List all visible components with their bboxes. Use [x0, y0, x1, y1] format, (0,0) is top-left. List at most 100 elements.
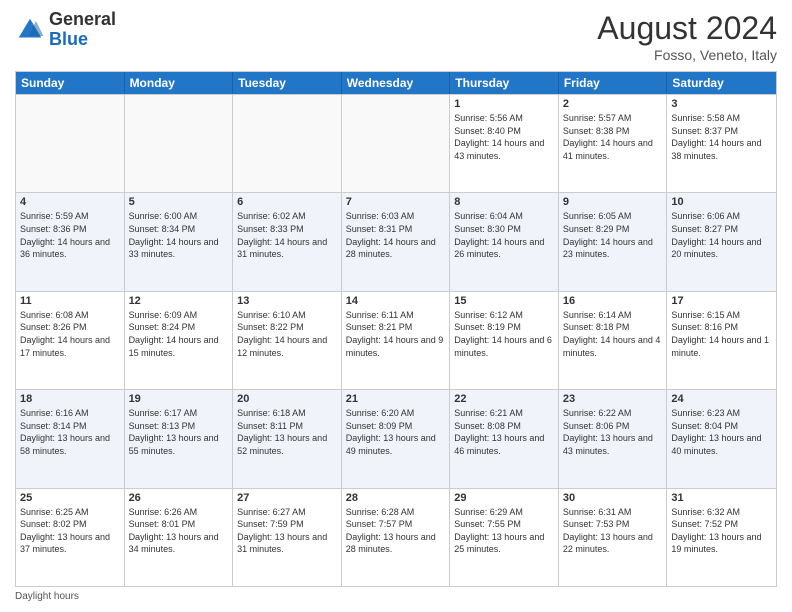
cell-info: Sunrise: 6:15 AMSunset: 8:16 PMDaylight:…: [671, 309, 772, 359]
calendar-body: 1 Sunrise: 5:56 AMSunset: 8:40 PMDayligh…: [16, 94, 776, 586]
week-row-3: 11 Sunrise: 6:08 AMSunset: 8:26 PMDaylig…: [16, 291, 776, 389]
cell-info: Sunrise: 6:08 AMSunset: 8:26 PMDaylight:…: [20, 309, 120, 359]
cell-info: Sunrise: 6:26 AMSunset: 8:01 PMDaylight:…: [129, 506, 229, 556]
day-cell-10: 10 Sunrise: 6:06 AMSunset: 8:27 PMDaylig…: [667, 193, 776, 290]
header-sunday: Sunday: [16, 72, 125, 94]
month-year: August 2024: [597, 10, 777, 47]
day-number: 6: [237, 196, 337, 208]
header-friday: Friday: [559, 72, 668, 94]
day-number: 29: [454, 492, 554, 504]
day-cell-14: 14 Sunrise: 6:11 AMSunset: 8:21 PMDaylig…: [342, 292, 451, 389]
day-number: 25: [20, 492, 120, 504]
cell-info: Sunrise: 6:21 AMSunset: 8:08 PMDaylight:…: [454, 407, 554, 457]
cell-info: Sunrise: 6:32 AMSunset: 7:52 PMDaylight:…: [671, 506, 772, 556]
cell-info: Sunrise: 6:22 AMSunset: 8:06 PMDaylight:…: [563, 407, 663, 457]
cell-info: Sunrise: 5:57 AMSunset: 8:38 PMDaylight:…: [563, 112, 663, 162]
cell-info: Sunrise: 6:28 AMSunset: 7:57 PMDaylight:…: [346, 506, 446, 556]
day-number: 2: [563, 98, 663, 110]
cell-info: Sunrise: 6:27 AMSunset: 7:59 PMDaylight:…: [237, 506, 337, 556]
footer: Daylight hours: [15, 591, 777, 602]
day-cell-9: 9 Sunrise: 6:05 AMSunset: 8:29 PMDayligh…: [559, 193, 668, 290]
day-cell-5: 5 Sunrise: 6:00 AMSunset: 8:34 PMDayligh…: [125, 193, 234, 290]
week-row-2: 4 Sunrise: 5:59 AMSunset: 8:36 PMDayligh…: [16, 192, 776, 290]
cell-info: Sunrise: 5:56 AMSunset: 8:40 PMDaylight:…: [454, 112, 554, 162]
cell-info: Sunrise: 6:20 AMSunset: 8:09 PMDaylight:…: [346, 407, 446, 457]
day-cell-18: 18 Sunrise: 6:16 AMSunset: 8:14 PMDaylig…: [16, 390, 125, 487]
cell-info: Sunrise: 6:06 AMSunset: 8:27 PMDaylight:…: [671, 210, 772, 260]
cell-info: Sunrise: 5:58 AMSunset: 8:37 PMDaylight:…: [671, 112, 772, 162]
day-number: 12: [129, 295, 229, 307]
day-cell-19: 19 Sunrise: 6:17 AMSunset: 8:13 PMDaylig…: [125, 390, 234, 487]
empty-cell: [125, 95, 234, 192]
day-cell-22: 22 Sunrise: 6:21 AMSunset: 8:08 PMDaylig…: [450, 390, 559, 487]
cell-info: Sunrise: 6:11 AMSunset: 8:21 PMDaylight:…: [346, 309, 446, 359]
header-tuesday: Tuesday: [233, 72, 342, 94]
cell-info: Sunrise: 6:25 AMSunset: 8:02 PMDaylight:…: [20, 506, 120, 556]
cell-info: Sunrise: 6:02 AMSunset: 8:33 PMDaylight:…: [237, 210, 337, 260]
day-cell-21: 21 Sunrise: 6:20 AMSunset: 8:09 PMDaylig…: [342, 390, 451, 487]
day-cell-20: 20 Sunrise: 6:18 AMSunset: 8:11 PMDaylig…: [233, 390, 342, 487]
cell-info: Sunrise: 6:17 AMSunset: 8:13 PMDaylight:…: [129, 407, 229, 457]
cell-info: Sunrise: 6:05 AMSunset: 8:29 PMDaylight:…: [563, 210, 663, 260]
day-cell-31: 31 Sunrise: 6:32 AMSunset: 7:52 PMDaylig…: [667, 489, 776, 586]
week-row-5: 25 Sunrise: 6:25 AMSunset: 8:02 PMDaylig…: [16, 488, 776, 586]
cell-info: Sunrise: 6:23 AMSunset: 8:04 PMDaylight:…: [671, 407, 772, 457]
daylight-label: Daylight hours: [15, 591, 79, 602]
cell-info: Sunrise: 6:16 AMSunset: 8:14 PMDaylight:…: [20, 407, 120, 457]
day-cell-12: 12 Sunrise: 6:09 AMSunset: 8:24 PMDaylig…: [125, 292, 234, 389]
day-number: 31: [671, 492, 772, 504]
cell-info: Sunrise: 6:10 AMSunset: 8:22 PMDaylight:…: [237, 309, 337, 359]
calendar: Sunday Monday Tuesday Wednesday Thursday…: [15, 71, 777, 587]
day-cell-8: 8 Sunrise: 6:04 AMSunset: 8:30 PMDayligh…: [450, 193, 559, 290]
day-number: 15: [454, 295, 554, 307]
day-cell-26: 26 Sunrise: 6:26 AMSunset: 8:01 PMDaylig…: [125, 489, 234, 586]
week-row-1: 1 Sunrise: 5:56 AMSunset: 8:40 PMDayligh…: [16, 94, 776, 192]
day-cell-4: 4 Sunrise: 5:59 AMSunset: 8:36 PMDayligh…: [16, 193, 125, 290]
day-cell-13: 13 Sunrise: 6:10 AMSunset: 8:22 PMDaylig…: [233, 292, 342, 389]
day-cell-30: 30 Sunrise: 6:31 AMSunset: 7:53 PMDaylig…: [559, 489, 668, 586]
day-number: 30: [563, 492, 663, 504]
header-wednesday: Wednesday: [342, 72, 451, 94]
cell-info: Sunrise: 6:14 AMSunset: 8:18 PMDaylight:…: [563, 309, 663, 359]
location: Fosso, Veneto, Italy: [597, 47, 777, 63]
header-thursday: Thursday: [450, 72, 559, 94]
day-number: 23: [563, 393, 663, 405]
day-number: 14: [346, 295, 446, 307]
day-cell-24: 24 Sunrise: 6:23 AMSunset: 8:04 PMDaylig…: [667, 390, 776, 487]
logo-text: General Blue: [49, 10, 116, 50]
day-number: 8: [454, 196, 554, 208]
day-cell-27: 27 Sunrise: 6:27 AMSunset: 7:59 PMDaylig…: [233, 489, 342, 586]
cell-info: Sunrise: 6:29 AMSunset: 7:55 PMDaylight:…: [454, 506, 554, 556]
empty-cell: [16, 95, 125, 192]
logo-blue: Blue: [49, 29, 88, 49]
logo-general: General: [49, 9, 116, 29]
day-cell-2: 2 Sunrise: 5:57 AMSunset: 8:38 PMDayligh…: [559, 95, 668, 192]
day-number: 27: [237, 492, 337, 504]
day-cell-28: 28 Sunrise: 6:28 AMSunset: 7:57 PMDaylig…: [342, 489, 451, 586]
logo-icon: [15, 15, 45, 45]
day-number: 22: [454, 393, 554, 405]
cell-info: Sunrise: 6:09 AMSunset: 8:24 PMDaylight:…: [129, 309, 229, 359]
page: General Blue August 2024 Fosso, Veneto, …: [0, 0, 792, 612]
day-number: 10: [671, 196, 772, 208]
day-cell-23: 23 Sunrise: 6:22 AMSunset: 8:06 PMDaylig…: [559, 390, 668, 487]
cell-info: Sunrise: 6:04 AMSunset: 8:30 PMDaylight:…: [454, 210, 554, 260]
day-number: 18: [20, 393, 120, 405]
day-cell-25: 25 Sunrise: 6:25 AMSunset: 8:02 PMDaylig…: [16, 489, 125, 586]
day-number: 4: [20, 196, 120, 208]
day-cell-11: 11 Sunrise: 6:08 AMSunset: 8:26 PMDaylig…: [16, 292, 125, 389]
day-number: 13: [237, 295, 337, 307]
day-cell-7: 7 Sunrise: 6:03 AMSunset: 8:31 PMDayligh…: [342, 193, 451, 290]
cell-info: Sunrise: 6:00 AMSunset: 8:34 PMDaylight:…: [129, 210, 229, 260]
header-monday: Monday: [125, 72, 234, 94]
day-number: 9: [563, 196, 663, 208]
day-cell-29: 29 Sunrise: 6:29 AMSunset: 7:55 PMDaylig…: [450, 489, 559, 586]
day-cell-3: 3 Sunrise: 5:58 AMSunset: 8:37 PMDayligh…: [667, 95, 776, 192]
day-number: 1: [454, 98, 554, 110]
cell-info: Sunrise: 6:31 AMSunset: 7:53 PMDaylight:…: [563, 506, 663, 556]
day-number: 19: [129, 393, 229, 405]
empty-cell: [342, 95, 451, 192]
day-number: 26: [129, 492, 229, 504]
day-number: 28: [346, 492, 446, 504]
day-number: 11: [20, 295, 120, 307]
